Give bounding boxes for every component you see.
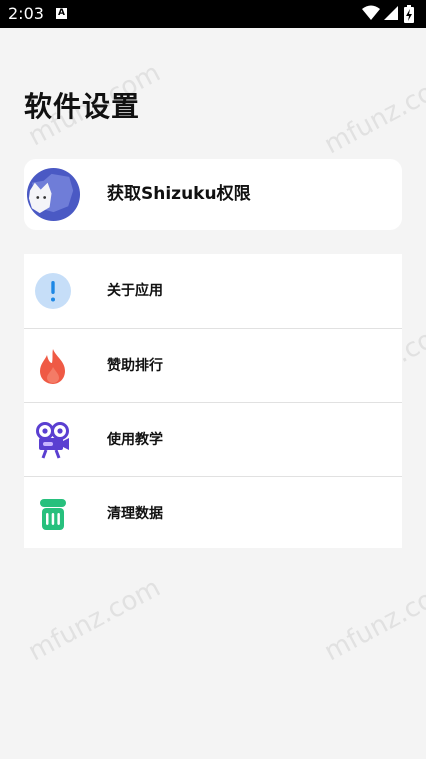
- menu-item-clear-data[interactable]: 清理数据: [24, 476, 402, 551]
- a-icon: A: [56, 8, 67, 19]
- menu-item-about[interactable]: 关于应用: [24, 254, 402, 328]
- settings-menu: 关于应用 赞助排行 使用教学 清理数据: [24, 254, 402, 548]
- watermark: mfunz.com: [319, 65, 426, 161]
- shizuku-label: 获取Shizuku权限: [107, 184, 251, 204]
- menu-item-tutorial[interactable]: 使用教学: [24, 402, 402, 477]
- video-camera-icon: [36, 422, 69, 459]
- menu-item-label: 清理数据: [107, 506, 163, 522]
- menu-item-label: 赞助排行: [107, 358, 163, 374]
- flame-icon: [40, 349, 65, 384]
- signal-icon: [384, 6, 398, 20]
- info-icon: [35, 273, 71, 309]
- menu-item-sponsor-ranking[interactable]: 赞助排行: [24, 328, 402, 403]
- watermark: mfunz.com: [23, 572, 166, 668]
- status-bar: 2:03 A: [0, 0, 426, 28]
- menu-item-label: 关于应用: [107, 283, 163, 299]
- trash-icon: [40, 499, 66, 530]
- shizuku-avatar-icon: [26, 167, 81, 222]
- page-title: 软件设置: [24, 90, 141, 123]
- wifi-icon: [362, 5, 380, 20]
- watermark: mfunz.com: [319, 572, 426, 668]
- shizuku-permission-card[interactable]: 获取Shizuku权限: [24, 159, 402, 230]
- battery-charging-icon: [404, 5, 414, 23]
- status-time: 2:03: [8, 4, 44, 23]
- menu-item-label: 使用教学: [107, 432, 163, 448]
